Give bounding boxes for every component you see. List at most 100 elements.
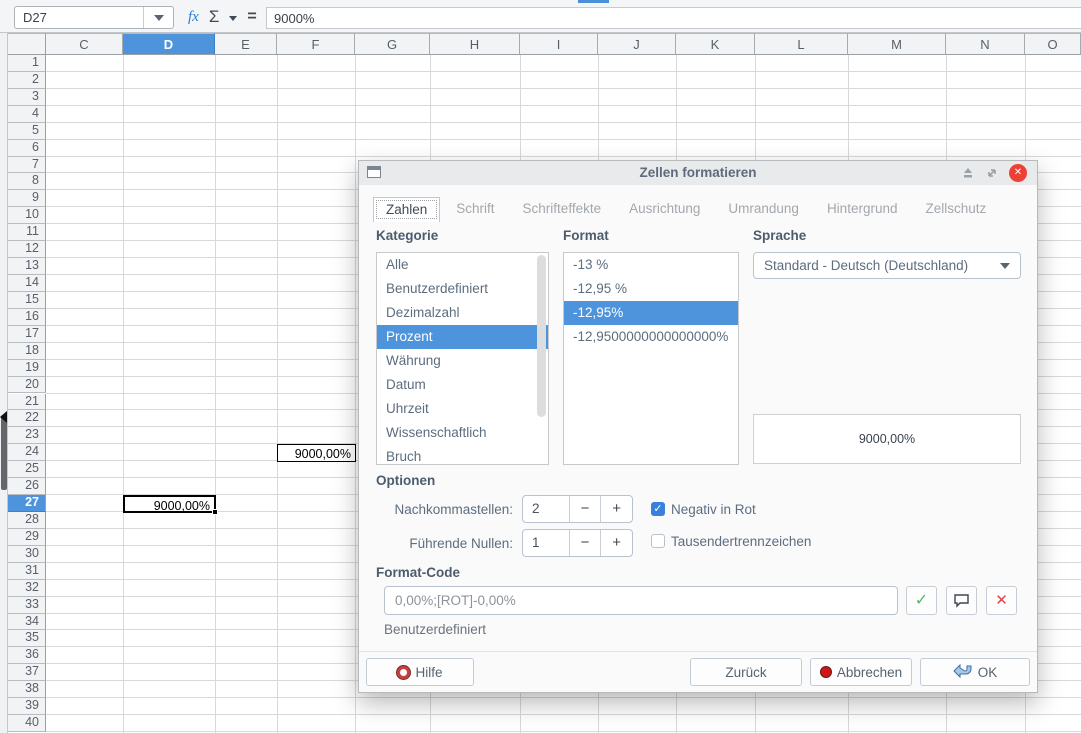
- leading-zeros-plus-button[interactable]: +: [600, 530, 632, 556]
- column-header-C[interactable]: C: [46, 33, 123, 55]
- column-header-M[interactable]: M: [848, 33, 946, 55]
- row-header-7[interactable]: 7: [8, 157, 46, 174]
- list-item[interactable]: Wissenschaftlich: [377, 421, 548, 445]
- row-header-26[interactable]: 26: [8, 478, 46, 495]
- function-wizard-icon[interactable]: fx: [188, 9, 199, 26]
- help-button[interactable]: Hilfe: [366, 658, 474, 686]
- list-item[interactable]: Alle: [377, 253, 548, 277]
- row-header-24[interactable]: 24: [8, 444, 46, 461]
- cancel-button[interactable]: Abbrechen: [810, 658, 912, 686]
- split-arrow-icon[interactable]: [0, 411, 7, 423]
- row-header-39[interactable]: 39: [8, 698, 46, 715]
- left-scrollbar-thumb[interactable]: [1, 415, 7, 490]
- thousands-checkbox-row[interactable]: Tausendertrennzeichen: [651, 533, 811, 549]
- row-header-21[interactable]: 21: [8, 394, 46, 411]
- row-header-9[interactable]: 9: [8, 190, 46, 207]
- row-header-40[interactable]: 40: [8, 715, 46, 732]
- leading-zeros-stepper[interactable]: 1 − +: [522, 529, 633, 557]
- equals-icon[interactable]: =: [247, 8, 256, 26]
- close-icon[interactable]: ✕: [1009, 164, 1027, 182]
- column-header-O[interactable]: O: [1025, 33, 1081, 55]
- row-header-38[interactable]: 38: [8, 681, 46, 698]
- shade-window-icon[interactable]: [959, 164, 977, 182]
- list-item[interactable]: Prozent: [377, 325, 548, 349]
- restore-window-icon[interactable]: [983, 164, 1001, 182]
- sum-icon[interactable]: Σ: [209, 7, 220, 27]
- row-header-6[interactable]: 6: [8, 140, 46, 157]
- ok-button[interactable]: OK: [920, 658, 1030, 686]
- row-header-33[interactable]: 33: [8, 597, 46, 614]
- row-header-34[interactable]: 34: [8, 614, 46, 631]
- leading-zeros-minus-button[interactable]: −: [569, 530, 601, 556]
- row-header-5[interactable]: 5: [8, 123, 46, 140]
- format-code-input[interactable]: 0,00%;[ROT]-0,00%: [384, 586, 898, 615]
- decimals-stepper[interactable]: 2 − +: [522, 495, 633, 523]
- scrollbar-thumb[interactable]: [537, 255, 546, 417]
- row-header-31[interactable]: 31: [8, 563, 46, 580]
- row-header-22[interactable]: 22: [8, 410, 46, 427]
- name-box-dropdown-button[interactable]: [143, 7, 173, 28]
- cell-D27[interactable]: 9000,00%: [123, 495, 216, 513]
- row-header-35[interactable]: 35: [8, 630, 46, 647]
- fill-handle[interactable]: [212, 509, 218, 515]
- tab-schrifteffekte[interactable]: Schrifteffekte: [511, 197, 614, 222]
- row-header-12[interactable]: 12: [8, 241, 46, 258]
- decimals-value[interactable]: 2: [523, 496, 569, 522]
- list-item[interactable]: Benutzerdefiniert: [377, 277, 548, 301]
- leading-zeros-value[interactable]: 1: [523, 530, 569, 556]
- column-header-G[interactable]: G: [355, 33, 430, 55]
- column-header-L[interactable]: L: [755, 33, 848, 55]
- list-item[interactable]: Währung: [377, 349, 548, 373]
- column-header-D[interactable]: D: [123, 33, 215, 55]
- row-header-3[interactable]: 3: [8, 89, 46, 106]
- row-header-14[interactable]: 14: [8, 275, 46, 292]
- row-header-10[interactable]: 10: [8, 207, 46, 224]
- left-panel-strip[interactable]: [0, 33, 8, 733]
- cell-F24[interactable]: 9000,00%: [277, 444, 356, 462]
- column-header-K[interactable]: K: [676, 33, 755, 55]
- row-header-19[interactable]: 19: [8, 360, 46, 377]
- list-item[interactable]: -12,9500000000000000%: [564, 325, 738, 349]
- row-header-1[interactable]: 1: [8, 55, 46, 72]
- edit-comment-button[interactable]: [946, 586, 977, 615]
- row-header-15[interactable]: 15: [8, 292, 46, 309]
- checked-checkbox-icon[interactable]: ✓: [651, 502, 665, 516]
- row-header-27[interactable]: 27: [8, 495, 46, 512]
- column-header-E[interactable]: E: [215, 33, 277, 55]
- row-header-11[interactable]: 11: [8, 224, 46, 241]
- row-header-18[interactable]: 18: [8, 343, 46, 360]
- formula-input[interactable]: 9000%: [266, 7, 1081, 29]
- list-item[interactable]: -13 %: [564, 253, 738, 277]
- delete-format-button[interactable]: ✕: [986, 586, 1017, 615]
- format-list[interactable]: -13 %-12,95 %-12,95%-12,9500000000000000…: [563, 252, 739, 465]
- list-item[interactable]: -12,95%: [564, 301, 738, 325]
- column-header-J[interactable]: J: [598, 33, 676, 55]
- list-item[interactable]: Bruch: [377, 445, 548, 465]
- negative-red-checkbox-row[interactable]: ✓ Negativ in Rot: [651, 501, 756, 517]
- decimals-plus-button[interactable]: +: [600, 496, 632, 522]
- category-list[interactable]: AlleBenutzerdefiniertDezimalzahlProzentW…: [376, 252, 549, 465]
- select-all-corner[interactable]: [8, 33, 46, 55]
- row-header-25[interactable]: 25: [8, 461, 46, 478]
- row-header-32[interactable]: 32: [8, 580, 46, 597]
- column-header-N[interactable]: N: [946, 33, 1025, 55]
- row-header-13[interactable]: 13: [8, 258, 46, 275]
- tab-ausrichtung[interactable]: Ausrichtung: [617, 197, 712, 222]
- row-header-20[interactable]: 20: [8, 377, 46, 394]
- sum-dropdown-icon[interactable]: [229, 16, 237, 21]
- row-header-17[interactable]: 17: [8, 326, 46, 343]
- list-item[interactable]: Uhrzeit: [377, 397, 548, 421]
- list-item[interactable]: Datum: [377, 373, 548, 397]
- row-header-30[interactable]: 30: [8, 546, 46, 563]
- tab-hintergrund[interactable]: Hintergrund: [815, 197, 910, 222]
- row-header-8[interactable]: 8: [8, 173, 46, 190]
- tab-umrandung[interactable]: Umrandung: [716, 197, 811, 222]
- column-header-I[interactable]: I: [520, 33, 598, 55]
- unchecked-checkbox-icon[interactable]: [651, 534, 665, 548]
- decimals-minus-button[interactable]: −: [569, 496, 601, 522]
- dialog-titlebar[interactable]: Zellen formatieren ✕: [359, 161, 1037, 185]
- name-box[interactable]: D27: [14, 6, 174, 29]
- row-header-4[interactable]: 4: [8, 106, 46, 123]
- row-header-36[interactable]: 36: [8, 647, 46, 664]
- column-header-H[interactable]: H: [430, 33, 520, 55]
